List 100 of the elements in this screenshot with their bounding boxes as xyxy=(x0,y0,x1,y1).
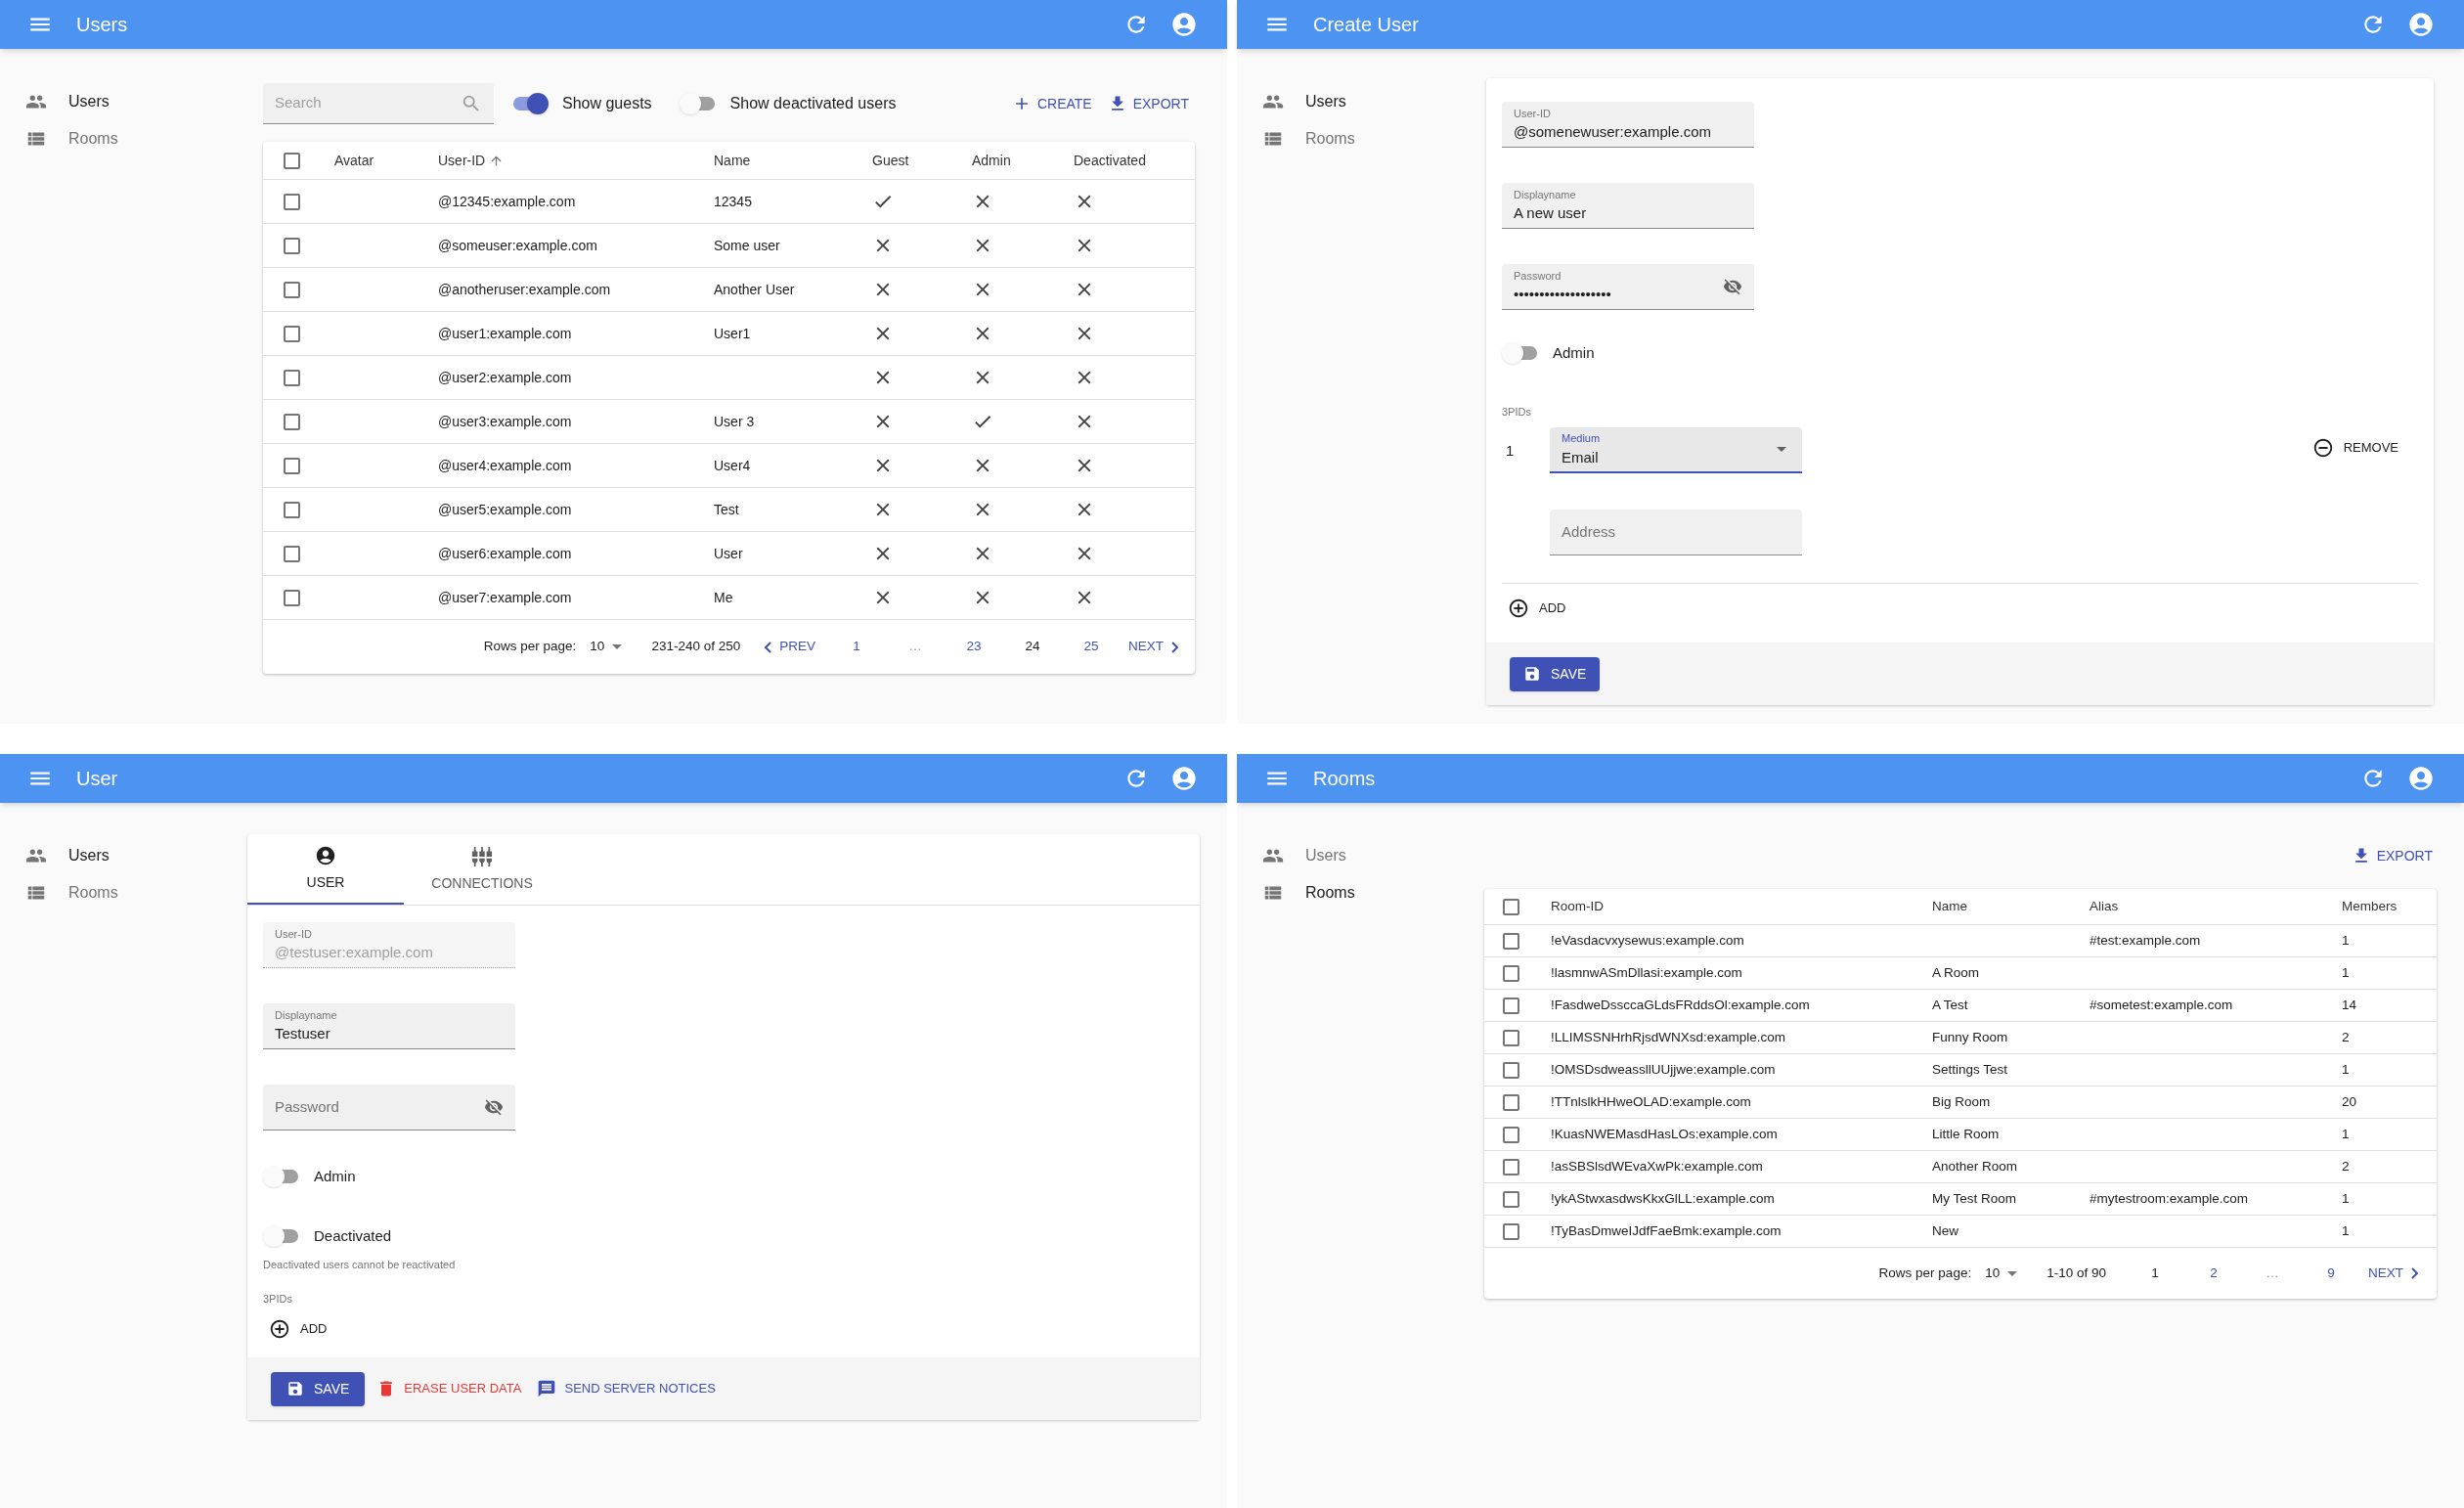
page-button[interactable]: 9 xyxy=(2302,1263,2360,1284)
create-button[interactable]: CREATE xyxy=(1005,93,1098,114)
account-icon[interactable] xyxy=(1170,11,1198,38)
app-title: Create User xyxy=(1313,13,1419,37)
checkbox[interactable] xyxy=(284,413,300,430)
toggle-switch[interactable] xyxy=(263,1224,300,1247)
caret-icon xyxy=(2007,1270,2018,1276)
checkbox[interactable] xyxy=(1503,1093,1519,1111)
column-header[interactable]: Avatar xyxy=(334,150,374,171)
checkbox[interactable] xyxy=(1503,1061,1519,1079)
send-notices-button[interactable]: SEND SERVER NOTICES xyxy=(533,1379,720,1398)
input-field[interactable]: Displayname Testuser xyxy=(263,1003,515,1049)
erase-button[interactable]: ERASE USER DATA xyxy=(373,1379,526,1398)
rows-per-page-select[interactable]: 10 xyxy=(1985,1263,2018,1284)
rows-per-page-select[interactable]: 10 xyxy=(590,637,623,657)
table-cell: A Room xyxy=(1932,964,1980,980)
checkbox[interactable] xyxy=(1503,997,1519,1014)
export-button[interactable]: EXPORT xyxy=(1101,93,1195,114)
sidebar-item[interactable]: Rooms xyxy=(25,123,244,155)
message-icon xyxy=(537,1379,557,1398)
table-cell: #mytestroom:example.com xyxy=(2090,1190,2249,1206)
account-icon[interactable] xyxy=(2407,765,2435,792)
app-title: User xyxy=(76,767,118,791)
checkbox[interactable] xyxy=(284,369,300,386)
column-header[interactable]: Name xyxy=(1932,898,1967,913)
checkbox[interactable] xyxy=(284,152,300,169)
eye-off-icon[interactable] xyxy=(1723,277,1742,296)
save-button[interactable]: SAVE xyxy=(1510,656,1601,691)
tab[interactable]: USER xyxy=(247,834,404,905)
rows-per-page-label: Rows per page: xyxy=(483,638,577,656)
table-cell: !eVasdacvxysewus:example.com xyxy=(1551,932,1744,948)
next-button[interactable]: NEXT xyxy=(2364,1263,2423,1284)
table-cell: @user1:example.com xyxy=(438,325,572,341)
checkbox[interactable] xyxy=(284,237,300,254)
account-icon[interactable] xyxy=(2407,11,2435,38)
add-button[interactable]: ADD xyxy=(263,1318,328,1340)
save-button[interactable]: SAVE xyxy=(271,1371,366,1406)
input-field[interactable]: Displayname A new user xyxy=(1502,183,1754,229)
page-button[interactable]: 24 xyxy=(1003,637,1062,657)
page-button[interactable]: 23 xyxy=(945,637,1003,657)
column-header[interactable]: Deactivated xyxy=(1074,150,1146,171)
save-icon xyxy=(286,1380,304,1397)
input-field[interactable]: User-ID @somenewuser:example.com xyxy=(1502,102,1754,148)
toggle-switch[interactable] xyxy=(1502,342,1539,365)
account-icon[interactable] xyxy=(1170,765,1198,792)
next-button[interactable]: NEXT xyxy=(1124,637,1183,657)
eye-off-icon[interactable] xyxy=(484,1097,504,1117)
checkbox[interactable] xyxy=(284,545,300,562)
checkbox[interactable] xyxy=(1503,1126,1519,1143)
input-field[interactable]: Password ••••••••••••••••••• xyxy=(1502,264,1754,310)
page-button[interactable]: 1 xyxy=(827,637,886,657)
input-field[interactable]: Password xyxy=(263,1085,515,1131)
sidebar-item[interactable]: Rooms xyxy=(1262,123,1481,155)
column-header[interactable]: Members xyxy=(2342,898,2398,913)
column-header[interactable]: Alias xyxy=(2090,898,2119,913)
checkbox[interactable] xyxy=(284,193,300,210)
toggle-switch[interactable] xyxy=(263,1166,300,1188)
sidebar-item[interactable]: Rooms xyxy=(1262,877,1481,909)
toggle-switch[interactable] xyxy=(679,93,717,114)
checkbox[interactable] xyxy=(1503,932,1519,950)
add-button[interactable]: ADD xyxy=(1502,598,1566,619)
checkbox[interactable] xyxy=(284,589,300,606)
checkbox[interactable] xyxy=(284,325,300,342)
table-cell: !lasmnwASmDllasi:example.com xyxy=(1551,964,1742,980)
remove-button[interactable]: REMOVE xyxy=(2311,437,2398,459)
checkbox[interactable] xyxy=(1503,898,1519,915)
checkbox[interactable] xyxy=(1503,1158,1519,1175)
sliders-icon xyxy=(471,845,493,867)
input-field[interactable]: Address xyxy=(1550,510,1802,555)
sidebar-item[interactable]: Users xyxy=(25,86,244,117)
prev-button[interactable]: PREV xyxy=(760,637,819,657)
export-button[interactable]: EXPORT xyxy=(2347,842,2437,869)
page-button[interactable]: 1 xyxy=(2126,1263,2184,1284)
checkbox[interactable] xyxy=(284,501,300,518)
table-cell: !asSBSlsdWEvaXwPk:example.com xyxy=(1551,1158,1763,1174)
checkbox[interactable] xyxy=(1503,1190,1519,1208)
column-header[interactable]: Admin xyxy=(972,150,1011,171)
input-field[interactable]: Medium Email xyxy=(1550,427,1802,473)
sidebar-item[interactable]: Rooms xyxy=(25,877,244,909)
table-cell: My Test Room xyxy=(1932,1190,2017,1206)
column-header[interactable]: Room-ID xyxy=(1551,898,1604,913)
column-header[interactable]: User-ID xyxy=(438,150,505,171)
column-header[interactable]: Name xyxy=(714,150,751,171)
table-cell: 1 xyxy=(2342,932,2350,948)
tab[interactable]: CONNECTIONS xyxy=(404,834,560,905)
column-header[interactable]: Guest xyxy=(872,150,909,171)
checkbox[interactable] xyxy=(284,457,300,474)
section-label: 3PIDs xyxy=(263,1291,293,1307)
sidebar-item[interactable]: Users xyxy=(1262,840,1481,871)
page-ellipsis: … xyxy=(2265,1264,2280,1282)
checkbox[interactable] xyxy=(1503,1222,1519,1240)
page-button[interactable]: 2 xyxy=(2184,1263,2243,1284)
sidebar-item[interactable]: Users xyxy=(25,840,244,871)
checkbox[interactable] xyxy=(1503,1029,1519,1046)
sidebar-item[interactable]: Users xyxy=(1262,86,1481,117)
checkbox[interactable] xyxy=(284,281,300,298)
page-button[interactable]: 25 xyxy=(1062,637,1121,657)
toggle-switch[interactable] xyxy=(511,93,549,114)
table-cell: 1 xyxy=(2342,1222,2350,1238)
checkbox[interactable] xyxy=(1503,964,1519,982)
